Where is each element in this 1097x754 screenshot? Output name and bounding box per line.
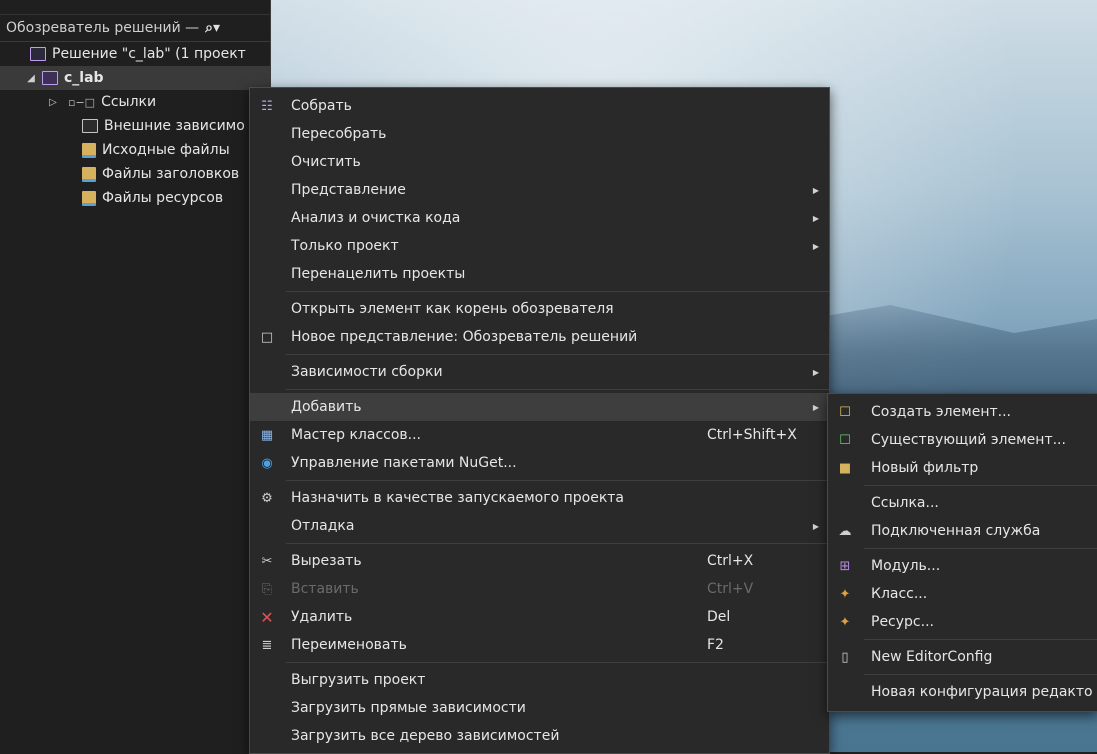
node-label: Ссылки bbox=[101, 94, 157, 110]
menu-separator bbox=[286, 389, 829, 390]
menu-item-project-only[interactable]: Только проект ▶ bbox=[250, 232, 829, 260]
submenu-item-new-editor-config[interactable]: Новая конфигурация редакто bbox=[828, 678, 1097, 706]
submenu-item-new-filter[interactable]: ■ Новый фильтр bbox=[828, 454, 1097, 482]
submenu-arrow-icon: ▶ bbox=[812, 521, 819, 531]
menu-item-paste[interactable]: ⎘ Вставить Ctrl+V bbox=[250, 575, 829, 603]
menu-item-new-view[interactable]: □ Новое представление: Обозреватель реше… bbox=[250, 323, 829, 351]
add-submenu: ☐ Создать элемент... ☐ Существующий элем… bbox=[827, 393, 1097, 712]
menu-item-set-startup[interactable]: ⚙ Назначить в качестве запускаемого прое… bbox=[250, 484, 829, 512]
submenu-item-existing-item[interactable]: ☐ Существующий элемент... bbox=[828, 426, 1097, 454]
menu-item-retarget[interactable]: Перенацелить проекты bbox=[250, 260, 829, 288]
submenu-item-class[interactable]: ✦ Класс... bbox=[828, 580, 1097, 608]
menu-item-view[interactable]: Представление ▶ bbox=[250, 176, 829, 204]
explorer-header: Обозреватель решений — ⌕▾ bbox=[0, 15, 270, 42]
tree-node-headers[interactable]: Файлы заголовков bbox=[0, 162, 270, 186]
new-filter-icon: ■ bbox=[838, 460, 852, 476]
resource-icon: ✦ bbox=[839, 614, 851, 630]
menu-item-analyze[interactable]: Анализ и очистка кода ▶ bbox=[250, 204, 829, 232]
tree-node-sources[interactable]: Исходные файлы bbox=[0, 138, 270, 162]
project-context-menu: ☷ Собрать Пересобрать Очистить Представл… bbox=[249, 87, 830, 754]
menu-separator bbox=[286, 662, 829, 663]
explorer-title: Обозреватель решений — bbox=[6, 20, 200, 36]
tree-node-resources[interactable]: Файлы ресурсов bbox=[0, 186, 270, 210]
menu-separator bbox=[864, 674, 1097, 675]
submenu-item-editorconfig[interactable]: ▯ New EditorConfig bbox=[828, 643, 1097, 671]
tree-node-references[interactable]: ▷ ▫−□ Ссылки bbox=[0, 90, 270, 114]
menu-item-build-dependencies[interactable]: Зависимости сборки ▶ bbox=[250, 358, 829, 386]
explorer-toolbar bbox=[0, 0, 270, 15]
collapsed-arrow-icon[interactable]: ▷ bbox=[46, 97, 60, 108]
existing-item-icon: ☐ bbox=[839, 432, 851, 448]
menu-item-nuget[interactable]: ◉ Управление пакетами NuGet... bbox=[250, 449, 829, 477]
new-item-icon: ☐ bbox=[839, 404, 851, 420]
node-label: Файлы ресурсов bbox=[102, 190, 224, 206]
menu-separator bbox=[864, 639, 1097, 640]
menu-item-cut[interactable]: ✂ Вырезать Ctrl+X bbox=[250, 547, 829, 575]
paste-icon: ⎘ bbox=[261, 581, 273, 597]
menu-item-clean[interactable]: Очистить bbox=[250, 148, 829, 176]
project-icon bbox=[42, 71, 58, 85]
node-label: Внешние зависимо bbox=[104, 118, 245, 134]
node-label: Файлы заголовков bbox=[102, 166, 240, 182]
filter-folder-icon bbox=[82, 166, 96, 182]
menu-item-scope-to-this[interactable]: Открыть элемент как корень обозревателя bbox=[250, 295, 829, 323]
menu-separator bbox=[286, 354, 829, 355]
connected-service-icon: ☁ bbox=[838, 523, 852, 539]
menu-item-build[interactable]: ☷ Собрать bbox=[250, 92, 829, 120]
menu-item-rename[interactable]: ≣ Переименовать F2 bbox=[250, 631, 829, 659]
menu-separator bbox=[286, 480, 829, 481]
class-icon: ✦ bbox=[839, 586, 851, 602]
menu-separator bbox=[864, 548, 1097, 549]
menu-item-class-wizard[interactable]: ▦ Мастер классов... Ctrl+Shift+X bbox=[250, 421, 829, 449]
rename-icon: ≣ bbox=[261, 637, 273, 653]
submenu-item-reference[interactable]: Ссылка... bbox=[828, 489, 1097, 517]
menu-separator bbox=[864, 485, 1097, 486]
class-wizard-icon: ▦ bbox=[260, 427, 274, 443]
submenu-arrow-icon: ▶ bbox=[812, 367, 819, 377]
submenu-arrow-icon: ▶ bbox=[812, 213, 819, 223]
menu-item-rebuild[interactable]: Пересобрать bbox=[250, 120, 829, 148]
module-icon: ⊞ bbox=[839, 558, 851, 574]
solution-label: Решение "c_lab" (1 проект bbox=[52, 46, 246, 62]
tree-project[interactable]: ◢ c_lab bbox=[0, 66, 270, 90]
menu-item-debug[interactable]: Отладка ▶ bbox=[250, 512, 829, 540]
menu-item-load-direct[interactable]: Загрузить прямые зависимости bbox=[250, 694, 829, 722]
delete-icon: ✕ bbox=[260, 607, 274, 627]
project-label: c_lab bbox=[64, 70, 104, 86]
references-icon: ▫−□ bbox=[68, 96, 96, 109]
node-label: Исходные файлы bbox=[102, 142, 230, 158]
gear-icon: ⚙ bbox=[261, 490, 273, 506]
solution-icon bbox=[30, 47, 46, 61]
search-icon[interactable]: ⌕▾ bbox=[205, 20, 220, 36]
submenu-arrow-icon: ▶ bbox=[812, 241, 819, 251]
external-dependencies-icon bbox=[82, 119, 98, 133]
submenu-item-new-item[interactable]: ☐ Создать элемент... bbox=[828, 398, 1097, 426]
build-icon: ☷ bbox=[261, 98, 273, 114]
submenu-item-resource[interactable]: ✦ Ресурс... bbox=[828, 608, 1097, 636]
solution-explorer-panel: Обозреватель решений — ⌕▾ Решение "c_lab… bbox=[0, 0, 271, 752]
menu-item-add[interactable]: Добавить ▶ bbox=[250, 393, 829, 421]
menu-item-delete[interactable]: ✕ Удалить Del bbox=[250, 603, 829, 631]
filter-folder-icon bbox=[82, 142, 96, 158]
submenu-item-connected-service[interactable]: ☁ Подключенная служба bbox=[828, 517, 1097, 545]
tree-solution[interactable]: Решение "c_lab" (1 проект bbox=[0, 42, 270, 66]
menu-item-load-tree[interactable]: Загрузить все дерево зависимостей bbox=[250, 722, 829, 750]
cut-icon: ✂ bbox=[261, 553, 273, 569]
menu-item-unload[interactable]: Выгрузить проект bbox=[250, 666, 829, 694]
submenu-item-module[interactable]: ⊞ Модуль... bbox=[828, 552, 1097, 580]
submenu-arrow-icon: ▶ bbox=[812, 402, 819, 412]
tree-node-external[interactable]: Внешние зависимо bbox=[0, 114, 270, 138]
expanded-arrow-icon[interactable]: ◢ bbox=[24, 73, 38, 84]
menu-separator bbox=[286, 543, 829, 544]
file-icon: ▯ bbox=[841, 649, 849, 665]
submenu-arrow-icon: ▶ bbox=[812, 185, 819, 195]
filter-folder-icon bbox=[82, 190, 96, 206]
nuget-icon: ◉ bbox=[261, 455, 273, 471]
new-view-icon: □ bbox=[260, 329, 274, 345]
menu-separator bbox=[286, 291, 829, 292]
